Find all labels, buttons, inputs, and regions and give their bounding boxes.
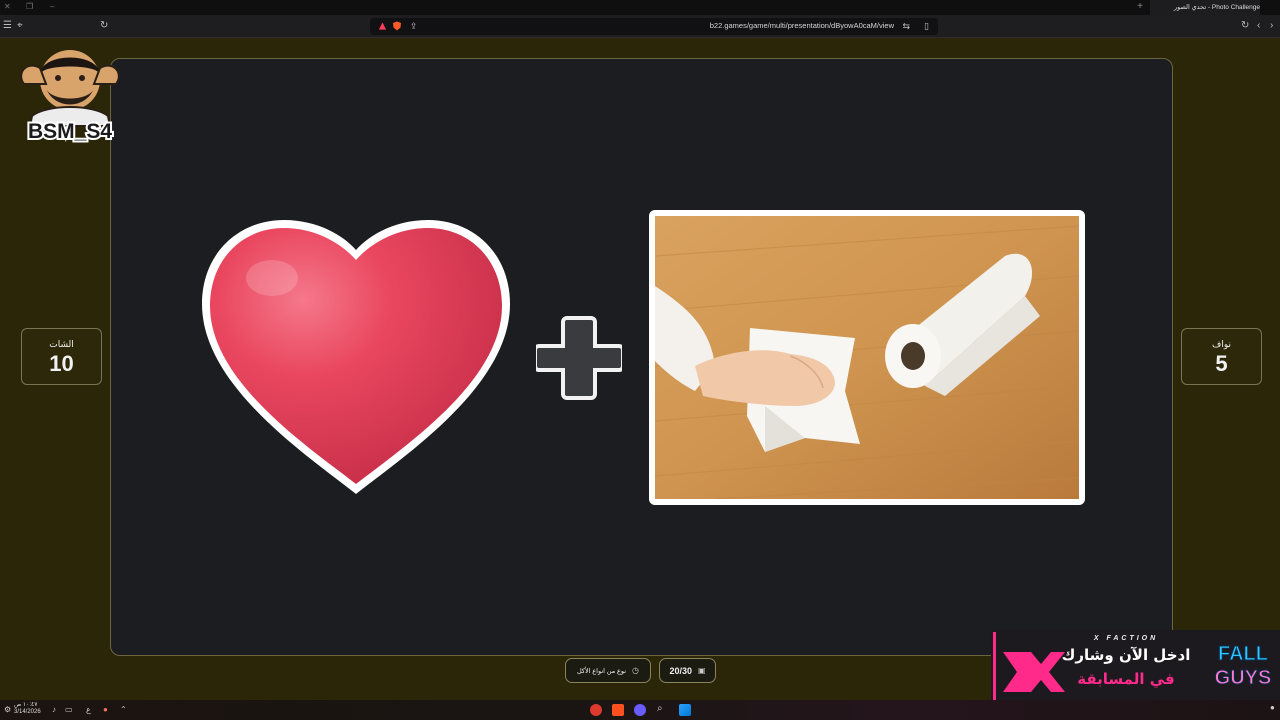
microphone-icon[interactable]: ●	[103, 705, 108, 715]
taskbar-date: 3/14/2026	[14, 709, 41, 715]
translate-icon[interactable]: ⇆	[902, 20, 910, 32]
paper-towel-photo	[649, 210, 1085, 505]
promo-game-line-1: FALL	[1218, 643, 1268, 665]
image-icon: ▣	[697, 666, 706, 675]
os-taskbar: ⚙ ١٠:٤٧ ص 3/14/2026 ♪ ▭ ع ● ⌃ ⌕ ●	[0, 700, 1280, 720]
brave-browser-icon[interactable]	[612, 704, 624, 716]
team-card-left: الشات 10	[21, 328, 102, 385]
url-text: b22.games/game/multi/presentation/dByowA…	[709, 21, 894, 30]
promo-line-1: ادخل الآن وشارك	[1062, 646, 1191, 664]
recording-app-icon[interactable]	[590, 704, 602, 716]
menu-icon[interactable]: ☰	[3, 20, 12, 32]
brave-shield-icon[interactable]	[392, 21, 402, 31]
forward-icon[interactable]: ›	[1270, 20, 1273, 32]
hint-label: نوع من انواع الأكل	[576, 667, 627, 675]
address-bar[interactable]: ⇪ b22.games/game/multi/presentation/dByo…	[370, 18, 938, 35]
photo-content	[655, 216, 1079, 499]
bookmark-icon[interactable]: ▯	[924, 20, 929, 32]
gear-icon[interactable]: ⚙	[4, 705, 11, 715]
team-name: نواف	[1212, 339, 1231, 349]
browser-tab-strip: ✕ ❐ – + × Photo Challenge - تحدي الصور	[0, 0, 1280, 15]
window-restore-icon[interactable]: ❐	[26, 2, 33, 11]
team-card-right: نواف 5	[1181, 328, 1262, 385]
taskbar-clock[interactable]: ١٠:٤٧ ص 3/14/2026	[14, 702, 41, 716]
team-score: 10	[49, 351, 74, 376]
display-icon[interactable]: ▭	[65, 705, 73, 715]
streamer-name: BSM_S4	[28, 120, 112, 143]
window-close-icon[interactable]: ✕	[4, 2, 11, 11]
search-icon[interactable]: ⌕	[657, 704, 663, 714]
promo-brand: X FACTION	[1093, 635, 1158, 642]
clock-icon: ◷	[632, 666, 640, 675]
browser-toolbar: ☰ ⌖ ↻ ⇪ b22.games/game/multi/presentatio…	[0, 15, 1280, 38]
active-tab[interactable]: Photo Challenge - تحدي الصور	[1150, 0, 1260, 15]
location-icon[interactable]: ⌖	[17, 20, 23, 32]
promo-line-2: في المسابقة	[1077, 670, 1174, 688]
language-indicator[interactable]: ع	[86, 705, 91, 715]
tab-title: Photo Challenge - تحدي الصور	[1173, 4, 1260, 11]
reload-icon[interactable]: ↻	[100, 20, 108, 32]
puzzle-board	[110, 58, 1173, 656]
new-tab-button[interactable]: +	[1137, 1, 1143, 12]
window-minimize-icon[interactable]: –	[50, 2, 54, 11]
question-counter-pill: 20/30 ▣	[659, 658, 716, 683]
promo-game-line-2: GUYS	[1215, 667, 1272, 689]
discord-icon[interactable]	[634, 704, 646, 716]
promo-banner: X FACTION ادخل الآن وشارك في المسابقة FA…	[991, 630, 1280, 702]
windows-start-icon[interactable]	[679, 704, 691, 716]
heart-image	[202, 220, 510, 494]
volume-icon[interactable]: ♪	[52, 705, 56, 715]
question-counter: 20/30	[669, 665, 692, 676]
team-score: 5	[1215, 351, 1228, 376]
taskbar-time: ١٠:٤٧ ص	[14, 702, 38, 708]
game-page: الشات 10 نواف 5 نوع من انواع الأكل ◷ 20/…	[0, 38, 1280, 702]
chevron-up-icon[interactable]: ⌃	[120, 705, 127, 715]
share-icon[interactable]: ⇪	[410, 20, 418, 32]
back-icon[interactable]: ‹	[1257, 20, 1260, 32]
streamer-logo: BSM_S4	[20, 50, 120, 144]
mic-tray-icon[interactable]: ●	[1270, 703, 1275, 713]
team-name: الشات	[49, 339, 74, 349]
refresh-icon[interactable]: ↻	[1241, 20, 1249, 32]
brave-rewards-icon[interactable]	[378, 21, 387, 31]
hint-pill: نوع من انواع الأكل ◷	[565, 658, 651, 683]
plus-icon	[536, 316, 622, 400]
